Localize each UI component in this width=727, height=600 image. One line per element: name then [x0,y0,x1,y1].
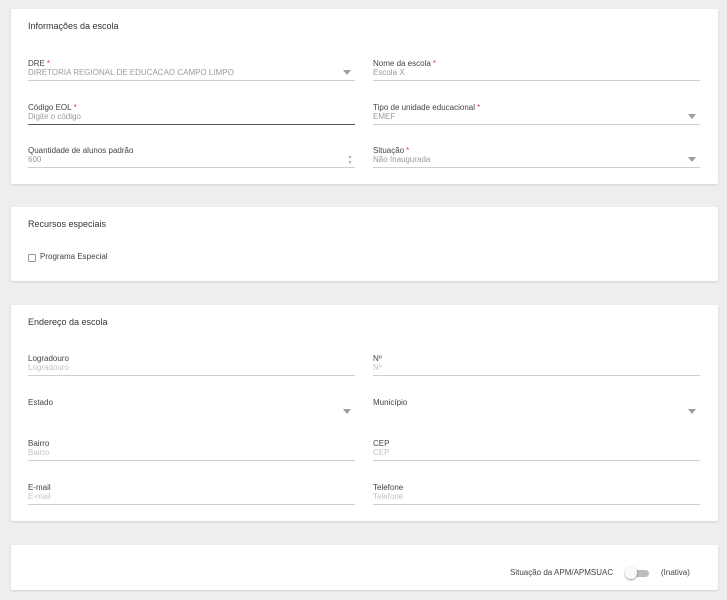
chevron-down-icon [688,409,696,414]
chevron-down-icon [688,114,696,119]
programa-especial-checkbox[interactable] [28,254,36,262]
unit-type-field: Tipo de unidade educacional * EMEF [373,97,700,125]
dre-select[interactable]: DIRETORIA REGIONAL DE EDUCACAO CAMPO LIM… [28,66,355,81]
number-field: Nº Nº [373,348,700,376]
number-placeholder: Nº [373,363,382,372]
school-name-input[interactable]: Escola X [373,66,700,81]
neighborhood-input[interactable]: Bairro [28,446,355,461]
student-count-field: Quantidade de alunos padrão 600 ▲ ▼ [28,140,355,168]
state-field: Estado [28,392,355,414]
dre-field: DRE * DIRETORIA REGIONAL DE EDUCACAO CAMP… [28,53,355,81]
school-info-card: Informações da escola DRE * DIRETORIA REG… [11,9,718,184]
neighborhood-placeholder: Bairro [28,448,50,457]
school-name-value: Escola X [373,68,405,77]
situation-select[interactable]: Não Inaugurada [373,153,700,168]
chevron-down-icon [688,157,696,162]
cep-placeholder: CEP [373,448,390,457]
chevron-down-icon [343,409,351,414]
special-resources-title: Recursos especiais [28,219,107,229]
apm-status-label: Situação da APM/APMSUAC [510,568,614,577]
city-select[interactable] [373,405,700,420]
phone-field: Telefone Telefone [373,477,700,505]
situation-field: Situação * Não Inaugurada [373,140,700,168]
email-placeholder: E-mail [28,492,51,501]
city-field: Município [373,392,700,414]
street-input[interactable]: Logradouro [28,361,355,376]
eol-code-placeholder: Digite o código [28,112,81,121]
email-field: E-mail E-mail [28,477,355,505]
toggle-knob [625,567,637,579]
unit-type-select[interactable]: EMEF [373,110,700,125]
number-input[interactable]: Nº [373,361,700,376]
number-stepper[interactable]: ▲ ▼ [347,154,353,166]
school-info-title: Informações da escola [28,21,119,31]
programa-especial-label[interactable]: Programa Especial [40,252,108,261]
email-input[interactable]: E-mail [28,490,355,505]
address-card: Endereço da escola Logradouro Logradouro… [11,305,718,521]
unit-type-value: EMEF [373,112,396,121]
phone-input[interactable]: Telefone [373,490,700,505]
apm-status-value: (Inativa) [661,568,690,577]
apm-toggle[interactable] [625,567,649,579]
chevron-down-icon [343,70,351,75]
school-name-field: Nome da escola * Escola X [373,53,700,81]
special-resources-card: Recursos especiais Programa Especial [11,207,718,281]
student-count-input[interactable]: 600 ▲ ▼ [28,153,355,168]
dre-value: DIRETORIA REGIONAL DE EDUCACAO CAMPO LIM… [28,68,234,77]
address-title: Endereço da escola [28,317,108,327]
eol-code-input[interactable]: Digite o código [28,110,355,125]
situation-value: Não Inaugurada [373,155,431,164]
street-field: Logradouro Logradouro [28,348,355,376]
neighborhood-field: Bairro Bairro [28,433,355,461]
state-select[interactable] [28,405,355,420]
apm-card: Situação da APM/APMSUAC (Inativa) [11,545,718,590]
student-count-value: 600 [28,155,42,164]
street-placeholder: Logradouro [28,363,69,372]
cep-field: CEP CEP [373,433,700,461]
phone-placeholder: Telefone [373,492,404,501]
cep-input[interactable]: CEP [373,446,700,461]
eol-code-field: Código EOL * Digite o código [28,97,355,125]
